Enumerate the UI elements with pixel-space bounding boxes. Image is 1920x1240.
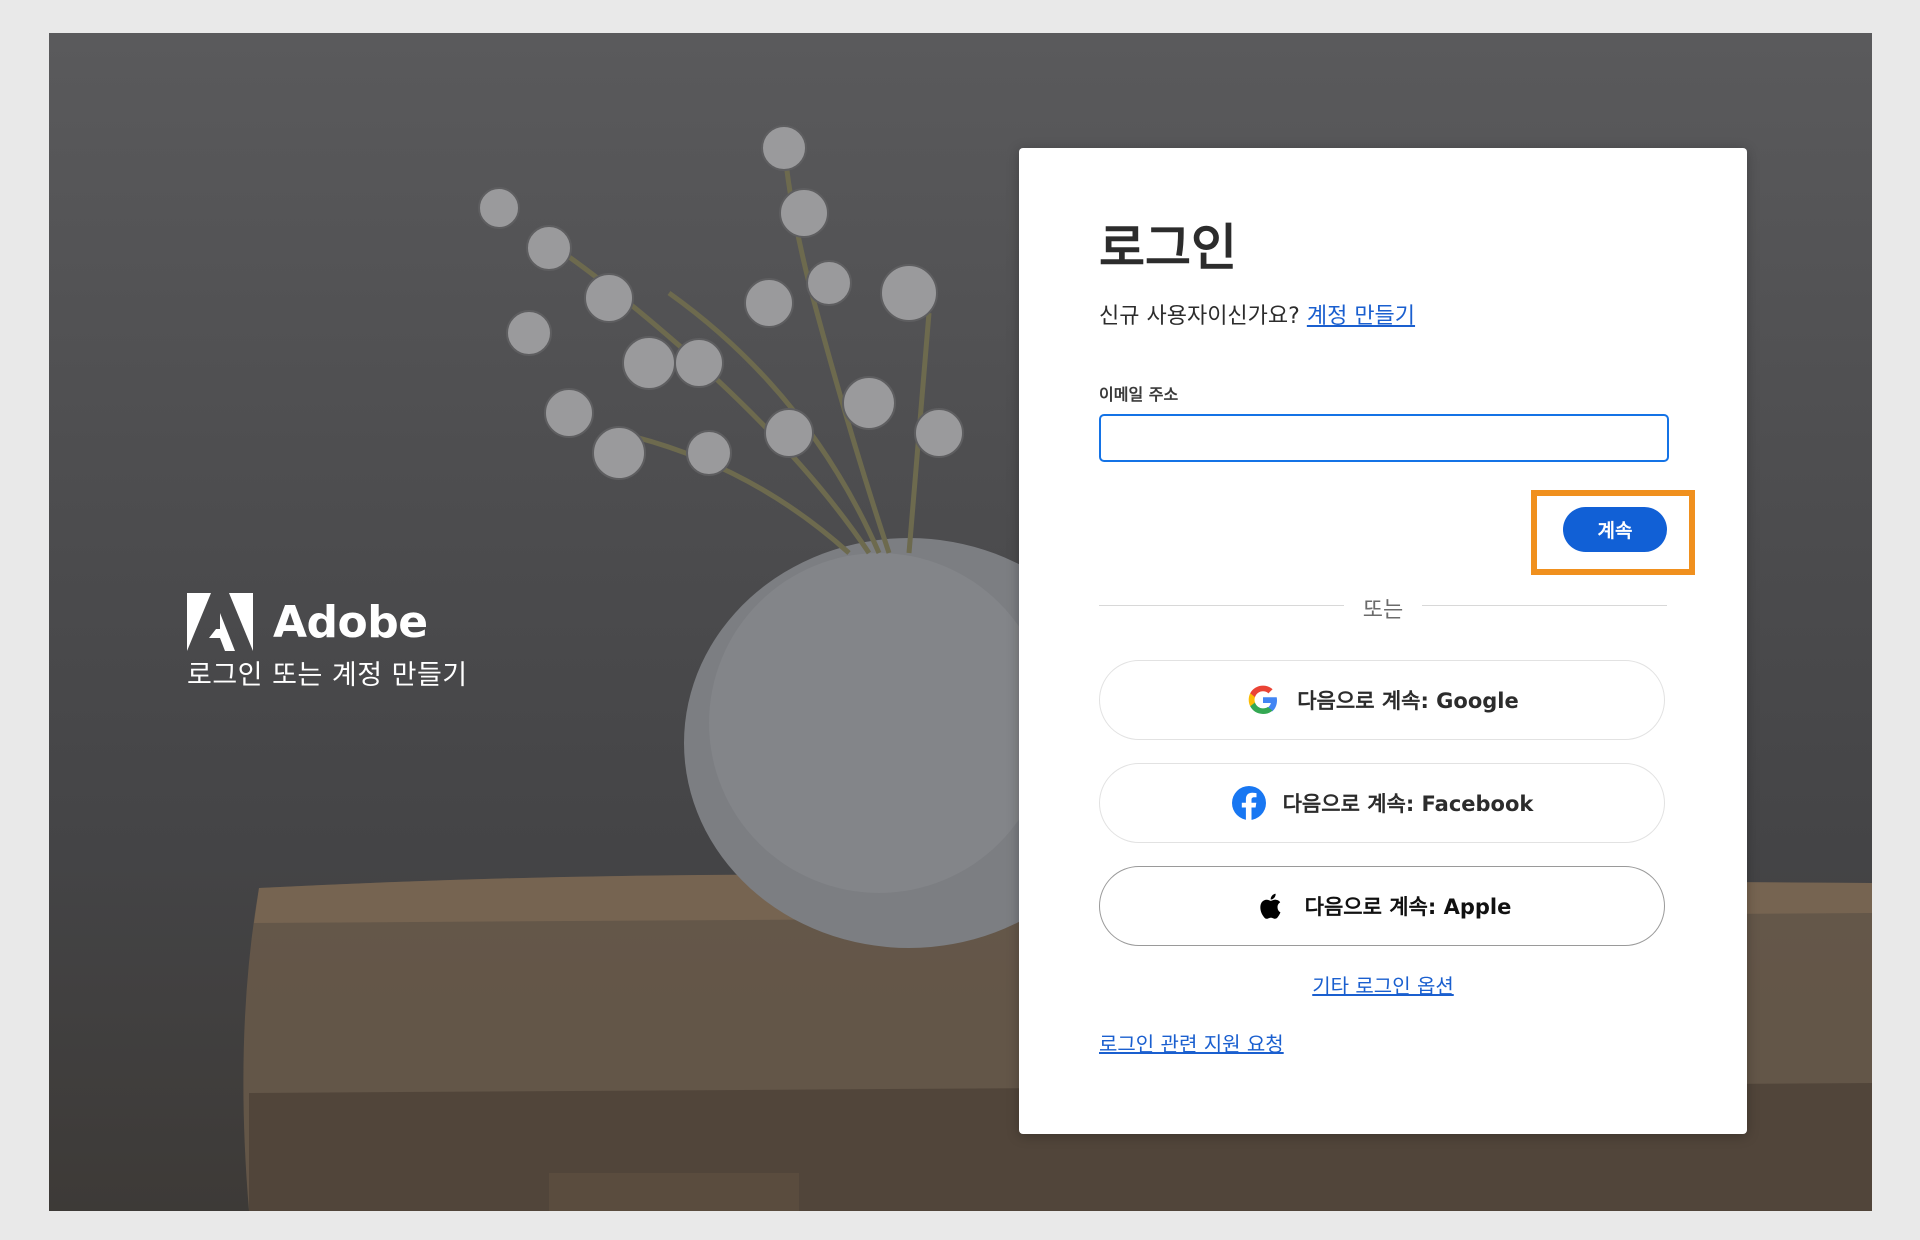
email-input[interactable] <box>1099 414 1669 462</box>
apple-login-button[interactable]: 다음으로 계속: Apple <box>1099 866 1665 946</box>
brand-block: Adobe 로그인 또는 계정 만들기 <box>187 593 468 692</box>
support-row: 로그인 관련 지원 요청 <box>1099 1028 1284 1057</box>
signup-prompt: 신규 사용자이신가요? <box>1099 304 1300 329</box>
facebook-icon <box>1231 786 1266 820</box>
google-icon <box>1248 685 1278 714</box>
continue-button[interactable]: 계속 <box>1563 507 1667 552</box>
apple-icon <box>1259 893 1281 919</box>
create-account-link[interactable]: 계정 만들기 <box>1307 304 1415 329</box>
facebook-login-button[interactable]: 다음으로 계속: Facebook <box>1099 763 1665 843</box>
apple-login-label: 다음으로 계속: Apple <box>1304 895 1512 919</box>
login-background: Adobe 로그인 또는 계정 만들기 로그인 신규 사용자이신가요? 계정 만… <box>49 33 1872 1211</box>
signup-prompt-row: 신규 사용자이신가요? 계정 만들기 <box>1099 298 1415 330</box>
other-options-row: 기타 로그인 옵션 <box>1099 970 1667 999</box>
facebook-login-label: 다음으로 계속: Facebook <box>1282 792 1534 816</box>
page-title: 로그인 <box>1099 219 1237 277</box>
other-login-options-link[interactable]: 기타 로그인 옵션 <box>1312 974 1454 998</box>
email-label: 이메일 주소 <box>1099 385 1179 404</box>
divider: 또는 <box>1099 590 1667 623</box>
google-login-label: 다음으로 계속: Google <box>1297 689 1519 713</box>
divider-line-right <box>1422 605 1667 606</box>
brand-name: Adobe <box>273 596 428 648</box>
brand-tagline: 로그인 또는 계정 만들기 <box>187 660 468 691</box>
adobe-logo-icon <box>187 593 253 651</box>
google-login-button[interactable]: 다음으로 계속: Google <box>1099 660 1665 740</box>
login-help-link[interactable]: 로그인 관련 지원 요청 <box>1099 1032 1284 1056</box>
login-card: 로그인 신규 사용자이신가요? 계정 만들기 이메일 주소 계속 또는 다음으로… <box>1019 148 1747 1134</box>
divider-text: 또는 <box>1362 598 1404 623</box>
